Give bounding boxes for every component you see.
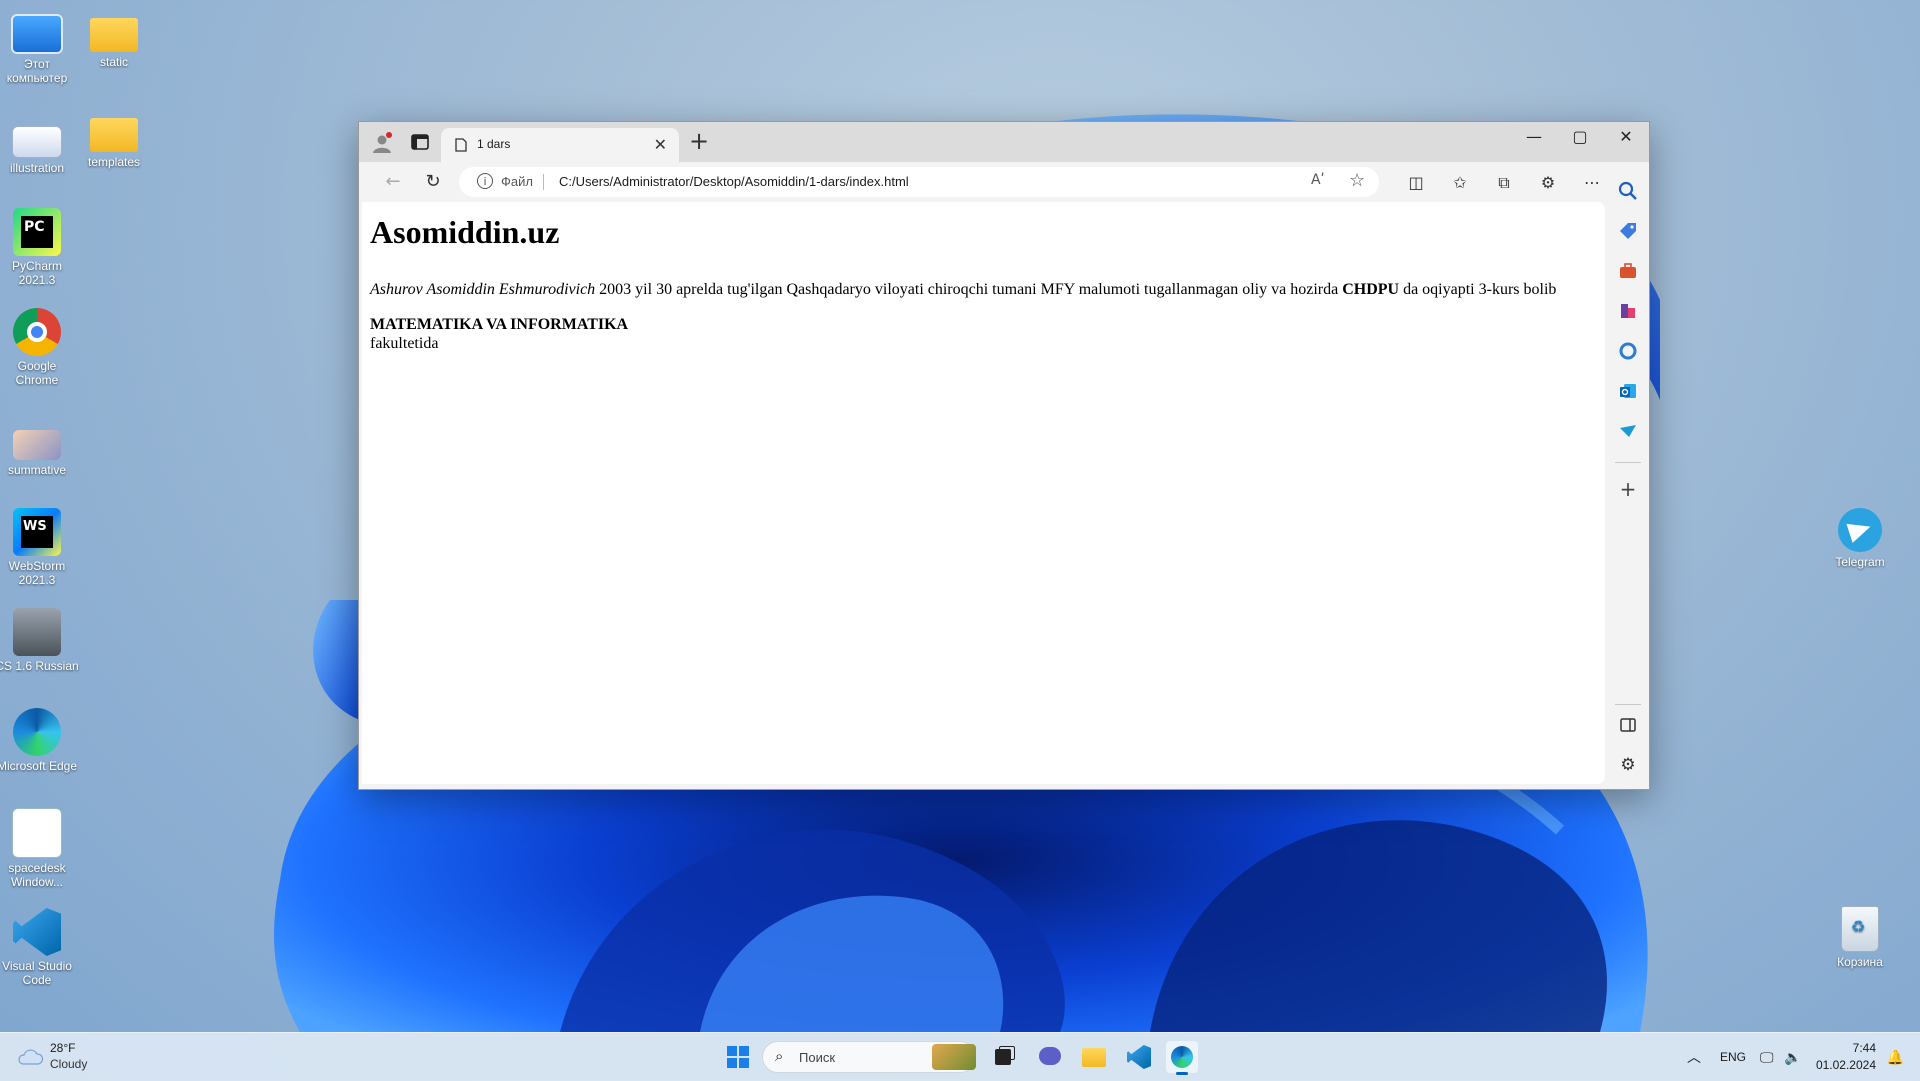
university-name: CHDPU bbox=[1342, 281, 1400, 298]
read-aloud-icon[interactable]: Aʹ bbox=[1311, 172, 1324, 188]
tab-1-dars[interactable]: 1 dars ✕ bbox=[441, 128, 679, 162]
faculty-tail: fakultetida bbox=[370, 335, 439, 352]
author-name: Ashurov Asomiddin Eshmurodivich bbox=[370, 281, 596, 298]
extensions-icon[interactable]: ⚙ bbox=[1537, 172, 1559, 194]
network-icon[interactable]: 🖵 bbox=[1760, 1033, 1774, 1081]
edge-sidebar: + ⚙ bbox=[1607, 162, 1649, 788]
webstorm-icon: WS bbox=[13, 508, 61, 556]
favorites-icon[interactable]: ✩ bbox=[1449, 172, 1471, 194]
outlook-icon[interactable] bbox=[1617, 380, 1639, 402]
recycle-bin-icon: ♻ bbox=[1841, 906, 1879, 952]
page-icon bbox=[455, 138, 467, 152]
desktop-icon-recycle-bin[interactable]: ♻ Корзина bbox=[1818, 906, 1902, 969]
weather-condition[interactable]: Cloudy bbox=[50, 1057, 87, 1071]
desktop-icon-pycharm[interactable]: PC PyCharm 2021.3 bbox=[0, 208, 79, 287]
sidebar-divider bbox=[1615, 462, 1641, 463]
desktop-icon-static[interactable]: static bbox=[72, 10, 156, 69]
paragraph-text: 2003 yil 30 aprelda tug'ilgan Qashqadary… bbox=[595, 281, 1343, 298]
vscode-taskbar-icon[interactable] bbox=[1122, 1041, 1154, 1073]
faculty-name: MATEMATIKA VA INFORMATIKA bbox=[370, 316, 629, 333]
notification-bell-icon[interactable]: 🔔 bbox=[1887, 1033, 1904, 1081]
desktop-icon-webstorm[interactable]: WS WebStorm 2021.3 bbox=[0, 508, 79, 587]
browser-toolbar: ← ↻ i Файл C:/Users/Administrator/Deskto… bbox=[359, 162, 1649, 202]
folder-icon bbox=[90, 118, 138, 152]
cs-icon bbox=[13, 608, 61, 656]
address-url[interactable]: C:/Users/Administrator/Desktop/Asomiddin… bbox=[559, 174, 909, 189]
desktop-icon-spacedesk[interactable]: spacedesk Window... bbox=[0, 808, 79, 889]
telegram-icon bbox=[1838, 508, 1882, 552]
file-explorer-icon[interactable] bbox=[1078, 1041, 1110, 1073]
close-tab-icon[interactable]: ✕ bbox=[654, 135, 667, 154]
web-page: Asomiddin.uz Ashurov Asomiddin Eshmurodi… bbox=[362, 202, 1605, 784]
address-separator bbox=[543, 174, 544, 190]
faculty-block: MATEMATIKA VA INFORMATIKA fakultetida bbox=[370, 315, 628, 353]
search-placeholder: Поиск bbox=[799, 1050, 836, 1065]
page-heading: Asomiddin.uz bbox=[370, 214, 560, 250]
tab-actions-icon[interactable] bbox=[411, 134, 429, 150]
shopping-tag-icon[interactable] bbox=[1617, 220, 1639, 242]
minimize-icon[interactable]: — bbox=[1511, 122, 1557, 152]
weather-temperature[interactable]: 28°F bbox=[50, 1041, 75, 1055]
close-window-icon[interactable]: ✕ bbox=[1603, 122, 1649, 152]
volume-icon[interactable]: 🔈 bbox=[1784, 1033, 1801, 1081]
computer-icon bbox=[11, 14, 63, 54]
address-bar[interactable]: i Файл C:/Users/Administrator/Desktop/As… bbox=[459, 167, 1379, 197]
image-file-icon bbox=[12, 126, 62, 158]
desktop-icon-telegram[interactable]: Telegram bbox=[1818, 508, 1902, 569]
desktop-icon-edge[interactable]: Microsoft Edge bbox=[0, 708, 79, 773]
info-icon[interactable]: i bbox=[477, 173, 493, 189]
edge-taskbar-icon[interactable] bbox=[1166, 1041, 1198, 1075]
drop-send-icon[interactable] bbox=[1617, 420, 1639, 442]
weather-cloud-icon[interactable] bbox=[16, 1045, 44, 1067]
paragraph-tail: da oqiyapti 3-kurs bolib bbox=[1399, 281, 1557, 298]
show-hidden-icons-chevron-icon[interactable]: ︿ bbox=[1687, 1033, 1701, 1081]
search-highlight-icon[interactable] bbox=[932, 1044, 976, 1070]
favorite-star-icon[interactable]: ☆ bbox=[1349, 170, 1365, 191]
desktop-icon-cs16[interactable]: CS 1.6 Russian bbox=[0, 608, 79, 673]
address-scheme: Файл bbox=[501, 174, 533, 189]
desktop-icon-vscode[interactable]: Visual Studio Code bbox=[0, 908, 79, 987]
spacedesk-icon bbox=[12, 808, 62, 858]
back-icon[interactable]: ← bbox=[381, 170, 405, 194]
clock-time: 7:44 bbox=[1852, 1041, 1876, 1055]
vscode-icon bbox=[13, 908, 61, 956]
pycharm-icon: PC bbox=[13, 208, 61, 256]
search-icon[interactable] bbox=[1617, 180, 1639, 202]
edge-icon bbox=[13, 708, 61, 756]
page-paragraph: Ashurov Asomiddin Eshmurodivich 2003 yil… bbox=[370, 281, 1556, 299]
add-sidebar-app-icon[interactable]: + bbox=[1617, 478, 1639, 500]
language-indicator[interactable]: ENG bbox=[1720, 1033, 1746, 1081]
folder-icon bbox=[90, 18, 138, 52]
chrome-icon bbox=[13, 308, 61, 356]
microsoft-365-icon[interactable] bbox=[1617, 340, 1639, 362]
task-view-icon[interactable] bbox=[988, 1041, 1020, 1073]
sidebar-settings-icon[interactable]: ⚙ bbox=[1617, 754, 1639, 776]
start-button[interactable] bbox=[722, 1041, 754, 1073]
games-icon[interactable] bbox=[1617, 300, 1639, 322]
desktop-icon-this-pc[interactable]: Этот компьютер bbox=[0, 10, 79, 85]
profile-icon[interactable] bbox=[371, 132, 393, 154]
tools-briefcase-icon[interactable] bbox=[1617, 260, 1639, 282]
tab-bar: 1 dars ✕ + — ▢ ✕ bbox=[359, 122, 1649, 162]
browser-window: 1 dars ✕ + — ▢ ✕ ← ↻ i Файл C:/Users/Adm… bbox=[358, 121, 1650, 790]
split-screen-icon[interactable]: ◫ bbox=[1405, 172, 1427, 194]
refresh-icon[interactable]: ↻ bbox=[421, 170, 445, 194]
taskbar: 28°F Cloudy ⌕ Поиск ︿ ENG 🖵 🔈 7:44 01.02… bbox=[0, 1032, 1920, 1081]
collections-icon[interactable]: ⧉ bbox=[1493, 172, 1515, 194]
new-tab-icon[interactable]: + bbox=[689, 128, 709, 154]
desktop-icon-chrome[interactable]: Google Chrome bbox=[0, 308, 79, 387]
desktop-icon-templates[interactable]: templates bbox=[72, 110, 156, 169]
more-menu-icon[interactable]: ⋯ bbox=[1581, 172, 1603, 194]
tab-title: 1 dars bbox=[477, 137, 511, 151]
clock[interactable]: 7:44 01.02.2024 bbox=[1816, 1040, 1876, 1074]
chat-icon[interactable] bbox=[1034, 1041, 1066, 1073]
image-file-icon bbox=[13, 430, 61, 460]
desktop-icon-illustration[interactable]: illustration bbox=[0, 116, 79, 175]
clock-date: 01.02.2024 bbox=[1815, 1058, 1876, 1072]
desktop-icon-summative[interactable]: summative bbox=[0, 420, 79, 477]
maximize-icon[interactable]: ▢ bbox=[1557, 122, 1603, 152]
search-icon: ⌕ bbox=[775, 1048, 784, 1065]
sidebar-divider-bottom bbox=[1615, 704, 1641, 705]
hide-sidebar-icon[interactable] bbox=[1617, 714, 1639, 736]
